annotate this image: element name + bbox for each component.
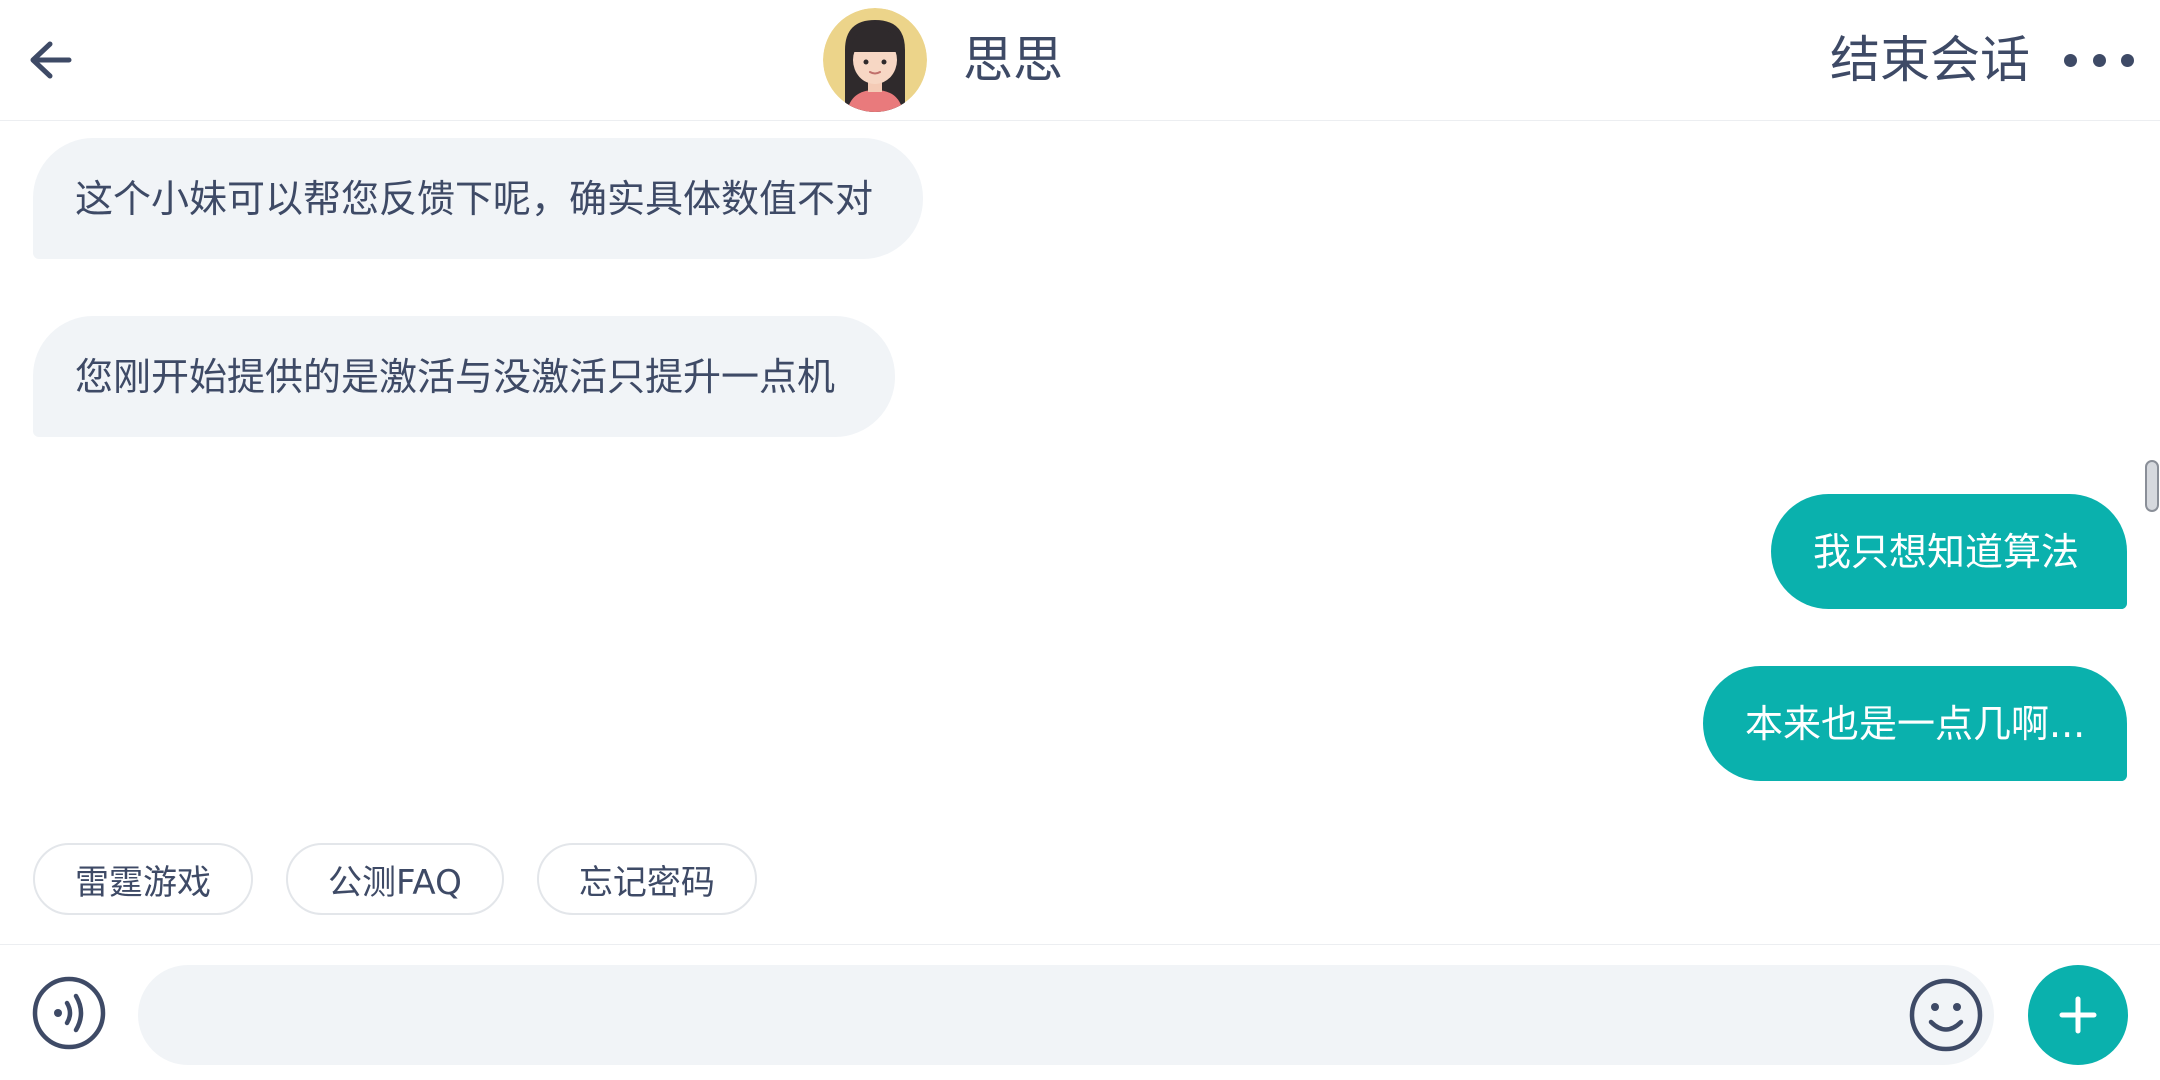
message-bubble-agent: 这个小妹可以帮您反馈下呢，确实具体数值不对 [33, 138, 923, 259]
quick-reply-bar: 雷霆游戏 公测FAQ 忘记密码 [33, 843, 757, 915]
emoji-icon [1909, 978, 1983, 1052]
chat-scrollbar[interactable] [2145, 460, 2159, 512]
composer-bar [0, 944, 2160, 1080]
agent-name: 思思 [963, 31, 1063, 89]
arrow-left-icon [30, 41, 72, 79]
chat-header: 思思 结束会话 [0, 0, 2160, 121]
message-bubble-agent: 您刚开始提供的是激活与没激活只提升一点机 [33, 316, 895, 437]
more-dots-icon[interactable] [2064, 40, 2134, 80]
quick-reply-chip[interactable]: 忘记密码 [536, 843, 757, 915]
plus-button[interactable] [2028, 965, 2128, 1065]
quick-reply-chip[interactable]: 公测FAQ [286, 843, 504, 915]
plus-icon [2059, 996, 2097, 1034]
voice-button[interactable] [31, 975, 107, 1051]
quick-reply-chip[interactable]: 雷霆游戏 [33, 843, 253, 915]
agent-avatar [823, 8, 927, 112]
message-bubble-user: 本来也是一点几啊... [1703, 666, 2127, 781]
message-input[interactable] [138, 965, 1994, 1065]
message-bubble-user: 我只想知道算法 [1771, 494, 2127, 609]
voice-icon [32, 976, 106, 1050]
back-button[interactable] [20, 30, 80, 90]
emoji-button[interactable] [1908, 977, 1984, 1053]
end-session-button[interactable]: 结束会话 [1830, 30, 2030, 90]
